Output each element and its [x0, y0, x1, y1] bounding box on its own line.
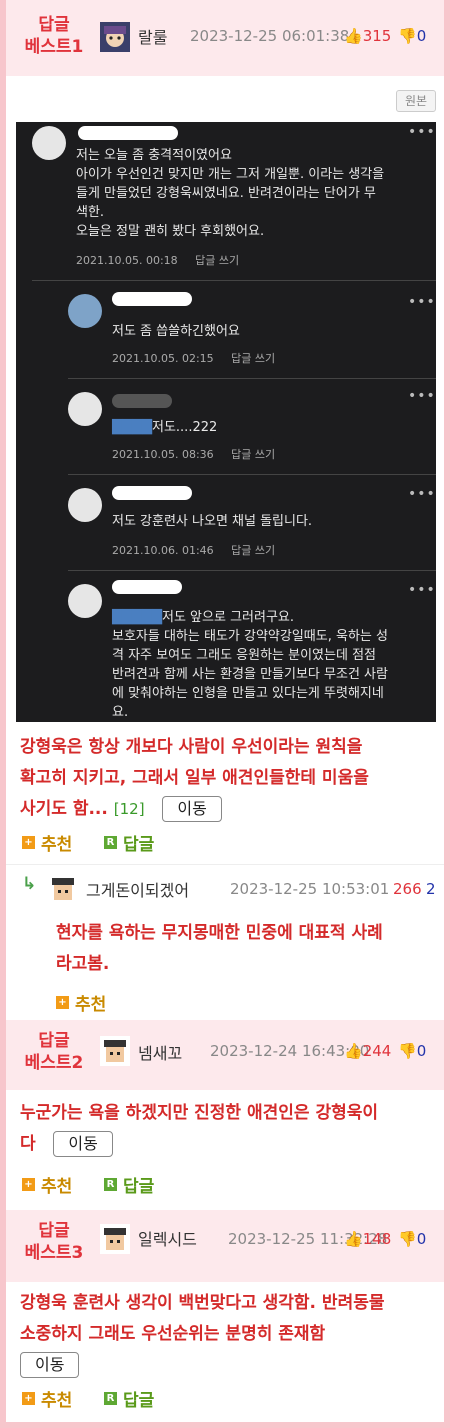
page-border [0, 0, 450, 1428]
